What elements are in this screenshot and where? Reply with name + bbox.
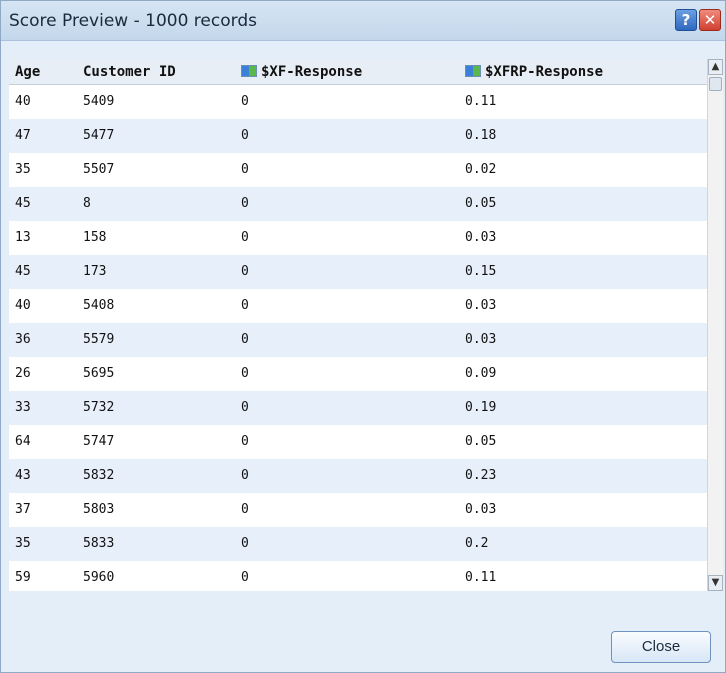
table-cell: 13 <box>15 230 31 245</box>
table-cell: 5833 <box>83 536 115 551</box>
close-icon[interactable]: ✕ <box>699 9 721 31</box>
dialog-footer: Close <box>1 591 725 672</box>
table-cell: 0 <box>241 570 249 585</box>
table-cell: 0.2 <box>465 536 489 551</box>
table-cell: 5408 <box>83 298 115 313</box>
table-cell: 0.11 <box>465 570 497 585</box>
title-bar[interactable]: Score Preview - 1000 records ? ✕ <box>1 1 725 41</box>
table-cell: 40 <box>15 94 31 109</box>
table-cell: 0 <box>241 230 249 245</box>
table-row[interactable]: 33 5732 0 0.19 <box>9 391 707 425</box>
vertical-scrollbar[interactable]: ▲ ▼ <box>707 59 723 591</box>
score-preview-dialog: Score Preview - 1000 records ? ✕ 40 5409 0… <box>0 0 726 673</box>
help-icon[interactable]: ? <box>675 9 697 31</box>
table-cell: 0 <box>241 434 249 449</box>
scroll-up-icon[interactable]: ▲ <box>708 59 723 75</box>
table-cell: 0.15 <box>465 264 497 279</box>
table-cell: 59 <box>15 570 31 585</box>
table-cell: 5477 <box>83 128 115 143</box>
column-header-xf-response-label: $XF-Response <box>261 64 363 80</box>
column-header-xfrp-response-label: $XFRP-Response <box>485 64 604 80</box>
table-cell: 33 <box>15 400 31 415</box>
table-cell: 5507 <box>83 162 115 177</box>
table-cell: 0.03 <box>465 502 497 517</box>
table-row[interactable]: 35 5833 0 0.2 <box>9 527 707 561</box>
table-cell: 0.03 <box>465 230 497 245</box>
table-cell: 173 <box>83 264 107 279</box>
table-cell: 0.02 <box>465 162 497 177</box>
table-cell: 0 <box>241 94 249 109</box>
table-cell: 0.05 <box>465 196 497 211</box>
table-row[interactable]: 40 5408 0 0.03 <box>9 289 707 323</box>
table-cell: 45 <box>15 264 31 279</box>
table-cell: 5747 <box>83 434 115 449</box>
table-cell: 5960 <box>83 570 115 585</box>
table-row[interactable]: 40 5409 0 0.11 <box>9 85 707 119</box>
table-cell: 0 <box>241 196 249 211</box>
table-cell: 45 <box>15 196 31 211</box>
table-cell: 0.18 <box>465 128 497 143</box>
table-cell: 43 <box>15 468 31 483</box>
column-header-xf-response[interactable]: $XF-Response <box>241 59 362 85</box>
table-cell: 35 <box>15 162 31 177</box>
table-cell: 5695 <box>83 366 115 381</box>
table-cell: 64 <box>15 434 31 449</box>
table-cell: 8 <box>83 196 91 211</box>
table-row[interactable]: 13 158 0 0.03 <box>9 221 707 255</box>
table-cell: 0 <box>241 128 249 143</box>
column-header-customer-id[interactable]: Customer ID <box>83 59 176 85</box>
table-cell: 0 <box>241 536 249 551</box>
table-cell: 0.23 <box>465 468 497 483</box>
table-cell: 5832 <box>83 468 115 483</box>
table-cell: 37 <box>15 502 31 517</box>
table-row[interactable]: 26 5695 0 0.09 <box>9 357 707 391</box>
table-cell: 5803 <box>83 502 115 517</box>
table-cell: 0.03 <box>465 332 497 347</box>
table-cell: 158 <box>83 230 107 245</box>
table-cell: 0 <box>241 332 249 347</box>
table-row[interactable]: 35 5507 0 0.02 <box>9 153 707 187</box>
table-cell: 36 <box>15 332 31 347</box>
table-row[interactable]: 45 8 0 0.05 <box>9 187 707 221</box>
table-row[interactable]: 47 5477 0 0.18 <box>9 119 707 153</box>
scroll-down-icon[interactable]: ▼ <box>708 575 723 591</box>
table-cell: 0 <box>241 502 249 517</box>
table-cell: 5409 <box>83 94 115 109</box>
table-cell: 0.05 <box>465 434 497 449</box>
table-cell: 26 <box>15 366 31 381</box>
column-header-xfrp-response[interactable]: $XFRP-Response <box>465 59 603 85</box>
table-row[interactable]: 45 173 0 0.15 <box>9 255 707 289</box>
table-cell: 47 <box>15 128 31 143</box>
table-cell: 5732 <box>83 400 115 415</box>
table-row[interactable]: 36 5579 0 0.03 <box>9 323 707 357</box>
field-icon <box>465 65 481 77</box>
table-row[interactable]: 43 5832 0 0.23 <box>9 459 707 493</box>
scroll-thumb[interactable] <box>709 77 722 91</box>
table-cell: 0.19 <box>465 400 497 415</box>
table-cell: 0.11 <box>465 94 497 109</box>
table-cell: 0 <box>241 298 249 313</box>
table-cell: 0 <box>241 264 249 279</box>
table-header: Age Customer ID $XF-Response $XFRP-Respo… <box>9 59 707 85</box>
table-row[interactable]: 37 5803 0 0.03 <box>9 493 707 527</box>
table-cell: 5579 <box>83 332 115 347</box>
records-table: 40 5409 0 0.11 47 5477 0 0.18 35 5507 0 0.02 45 8 0 0.0… <box>9 59 707 591</box>
table-cell: 0.09 <box>465 366 497 381</box>
column-header-age[interactable]: Age <box>15 59 40 85</box>
close-button[interactable]: Close <box>611 631 711 663</box>
table-cell: 35 <box>15 536 31 551</box>
table-cell: 0.03 <box>465 298 497 313</box>
table-row[interactable]: 59 5960 0 0.11 <box>9 561 707 591</box>
table-cell: 40 <box>15 298 31 313</box>
table-cell: 0 <box>241 400 249 415</box>
table-row[interactable]: 64 5747 0 0.05 <box>9 425 707 459</box>
table-cell: 0 <box>241 366 249 381</box>
table-cell: 0 <box>241 162 249 177</box>
table-cell: 0 <box>241 468 249 483</box>
window-title: Score Preview - 1000 records <box>9 11 257 31</box>
field-icon <box>241 65 257 77</box>
